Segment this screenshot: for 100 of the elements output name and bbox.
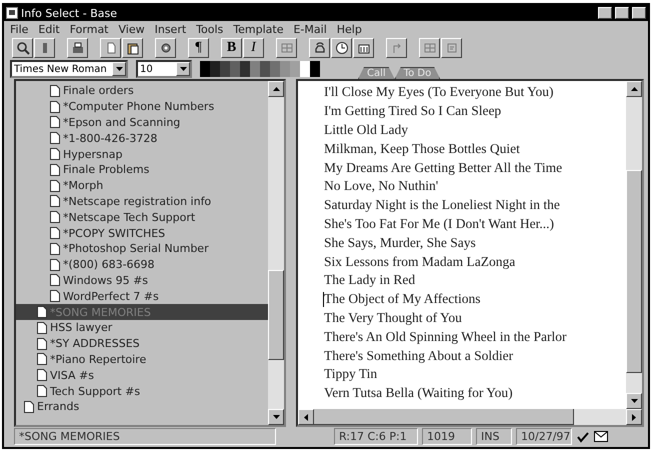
note-line: Saturday Night is the Loneliest Night in the bbox=[324, 197, 560, 214]
document-icon bbox=[50, 164, 60, 176]
toolbar-button[interactable] bbox=[441, 38, 462, 58]
checkmark-icon[interactable] bbox=[576, 430, 590, 442]
status-position: R:17 C:6 P:1 bbox=[334, 428, 418, 445]
document-icon bbox=[50, 100, 60, 113]
toolbar-button[interactable] bbox=[331, 38, 352, 58]
document-icon bbox=[50, 211, 60, 224]
tree-item[interactable]: Errands bbox=[16, 398, 268, 415]
size-dropdown[interactable]: 10 bbox=[136, 60, 192, 78]
menu-item[interactable]: View bbox=[118, 22, 145, 36]
note-line: I'm Getting Tired So I Can Sleep bbox=[324, 103, 502, 120]
note-line: No Love, No Nuthin' bbox=[324, 178, 438, 194]
toolbar-button[interactable] bbox=[100, 38, 121, 58]
document-icon bbox=[50, 84, 60, 97]
phone-icon bbox=[312, 41, 326, 55]
tree-item[interactable]: Windows 95 #s bbox=[16, 272, 268, 288]
tree-item[interactable]: Finale orders bbox=[16, 83, 268, 99]
menu-item[interactable]: File bbox=[10, 22, 28, 36]
tree-item[interactable]: *Epson and Scanning bbox=[16, 114, 268, 130]
toolbar-button[interactable] bbox=[122, 38, 143, 58]
document-icon bbox=[37, 369, 47, 382]
document-icon bbox=[50, 132, 60, 144]
scrollbar[interactable] bbox=[268, 81, 284, 425]
menu-item[interactable]: Insert bbox=[154, 22, 186, 36]
tree-item[interactable]: Tech Support #s bbox=[16, 383, 268, 399]
tree-item[interactable]: *PCOPY SWITCHES bbox=[16, 225, 268, 241]
tree-item[interactable]: *Morph bbox=[16, 178, 268, 194]
note-icon bbox=[444, 41, 458, 55]
menu-item[interactable]: Tools bbox=[196, 22, 224, 36]
document-icon bbox=[50, 274, 60, 286]
document-icon bbox=[50, 180, 60, 192]
tree-item[interactable]: *SY ADDRESSES bbox=[16, 336, 268, 352]
document-icon bbox=[50, 258, 60, 271]
clipboard-icon bbox=[126, 41, 140, 55]
close-button[interactable] bbox=[632, 7, 646, 19]
note-line: Vern Tutsa Bella (Waiting for You) bbox=[324, 385, 513, 402]
note-line: My Dreams Are Getting Better All the Time bbox=[324, 160, 562, 176]
note-line: The Object of My Affections bbox=[324, 291, 480, 308]
envelope-icon[interactable] bbox=[594, 431, 608, 442]
tree-item[interactable]: *(800) 683-6698 bbox=[16, 256, 268, 273]
font-dropdown[interactable]: Times New Roman bbox=[10, 60, 128, 78]
note-line: She Says, Murder, She Says bbox=[324, 234, 476, 251]
grid-icon bbox=[422, 41, 436, 55]
note-line: There's Something About a Soldier bbox=[324, 348, 514, 364]
document-icon bbox=[37, 353, 47, 366]
minimize-button[interactable] bbox=[598, 7, 612, 19]
menu-item[interactable]: Format bbox=[70, 22, 108, 36]
toolbar-button[interactable] bbox=[419, 38, 440, 58]
toolbar-button[interactable] bbox=[386, 38, 407, 58]
document-icon bbox=[37, 385, 47, 398]
down-arrow-icon bbox=[116, 67, 122, 71]
menu-item[interactable]: Edit bbox=[38, 22, 60, 36]
document-icon bbox=[50, 116, 60, 128]
tree-item[interactable]: WordPerfect 7 #s bbox=[16, 288, 268, 304]
menu-item[interactable]: Help bbox=[336, 22, 362, 36]
tree-item[interactable]: *Piano Repertoire bbox=[16, 352, 268, 368]
toolbar-button[interactable]: B bbox=[221, 38, 242, 58]
color-palette[interactable] bbox=[200, 61, 320, 77]
up-arrow-icon bbox=[630, 87, 638, 91]
document-icon bbox=[50, 227, 60, 240]
down-arrow-icon bbox=[180, 67, 186, 71]
status-mode: INS bbox=[476, 428, 512, 445]
toolbar-button[interactable] bbox=[155, 38, 176, 58]
tree-item[interactable]: Hypersnap bbox=[16, 146, 268, 162]
search-icon bbox=[16, 41, 30, 55]
horizontal-scrollbar[interactable] bbox=[298, 409, 642, 425]
toolbar-button[interactable] bbox=[12, 38, 33, 58]
tree-item[interactable]: VISA #s bbox=[16, 367, 268, 384]
app-icon bbox=[6, 7, 18, 19]
tree-item[interactable]: *Netscape registration info bbox=[16, 194, 268, 210]
menu-item[interactable]: Template bbox=[233, 22, 284, 36]
document-icon bbox=[50, 242, 60, 255]
note-line: Little Old Lady bbox=[324, 122, 408, 138]
printer-icon bbox=[70, 41, 84, 55]
toolbar-button[interactable] bbox=[67, 38, 88, 58]
toolbar-button[interactable] bbox=[353, 38, 374, 58]
toolbar-button[interactable] bbox=[276, 38, 297, 58]
scrollbar[interactable] bbox=[626, 81, 642, 409]
tree-item[interactable]: *Netscape Tech Support bbox=[16, 209, 268, 226]
toolbar-button[interactable]: I bbox=[243, 38, 264, 58]
status-note-name: *SONG MEMORIES bbox=[14, 428, 276, 445]
document-icon bbox=[37, 322, 47, 334]
toolbar-button[interactable] bbox=[309, 38, 330, 58]
note-editor[interactable] bbox=[296, 79, 644, 427]
tree-item[interactable]: HSS lawyer bbox=[16, 320, 268, 336]
toolbar-button[interactable]: ¶ bbox=[188, 38, 209, 58]
menu-item[interactable]: E-Mail bbox=[293, 22, 327, 36]
tree-item[interactable]: *Computer Phone Numbers bbox=[16, 98, 268, 115]
tree-item[interactable]: Finale Problems bbox=[16, 162, 268, 178]
status-date: 10/27/97 bbox=[516, 428, 572, 445]
tree-item[interactable]: *1-800-426-3728 bbox=[16, 130, 268, 146]
note-line: Six Lessons from Madam LaZonga bbox=[324, 254, 516, 270]
note-line: Milkman, Keep Those Bottles Quiet bbox=[324, 140, 520, 157]
toolbar-button[interactable] bbox=[34, 38, 55, 58]
grid-icon bbox=[280, 41, 294, 55]
tree-item[interactable]: *Photoshop Serial Number bbox=[16, 240, 268, 257]
right-arrow-icon bbox=[632, 414, 636, 420]
maximize-button[interactable] bbox=[615, 7, 629, 19]
window-title: Info Select - Base bbox=[21, 6, 118, 20]
